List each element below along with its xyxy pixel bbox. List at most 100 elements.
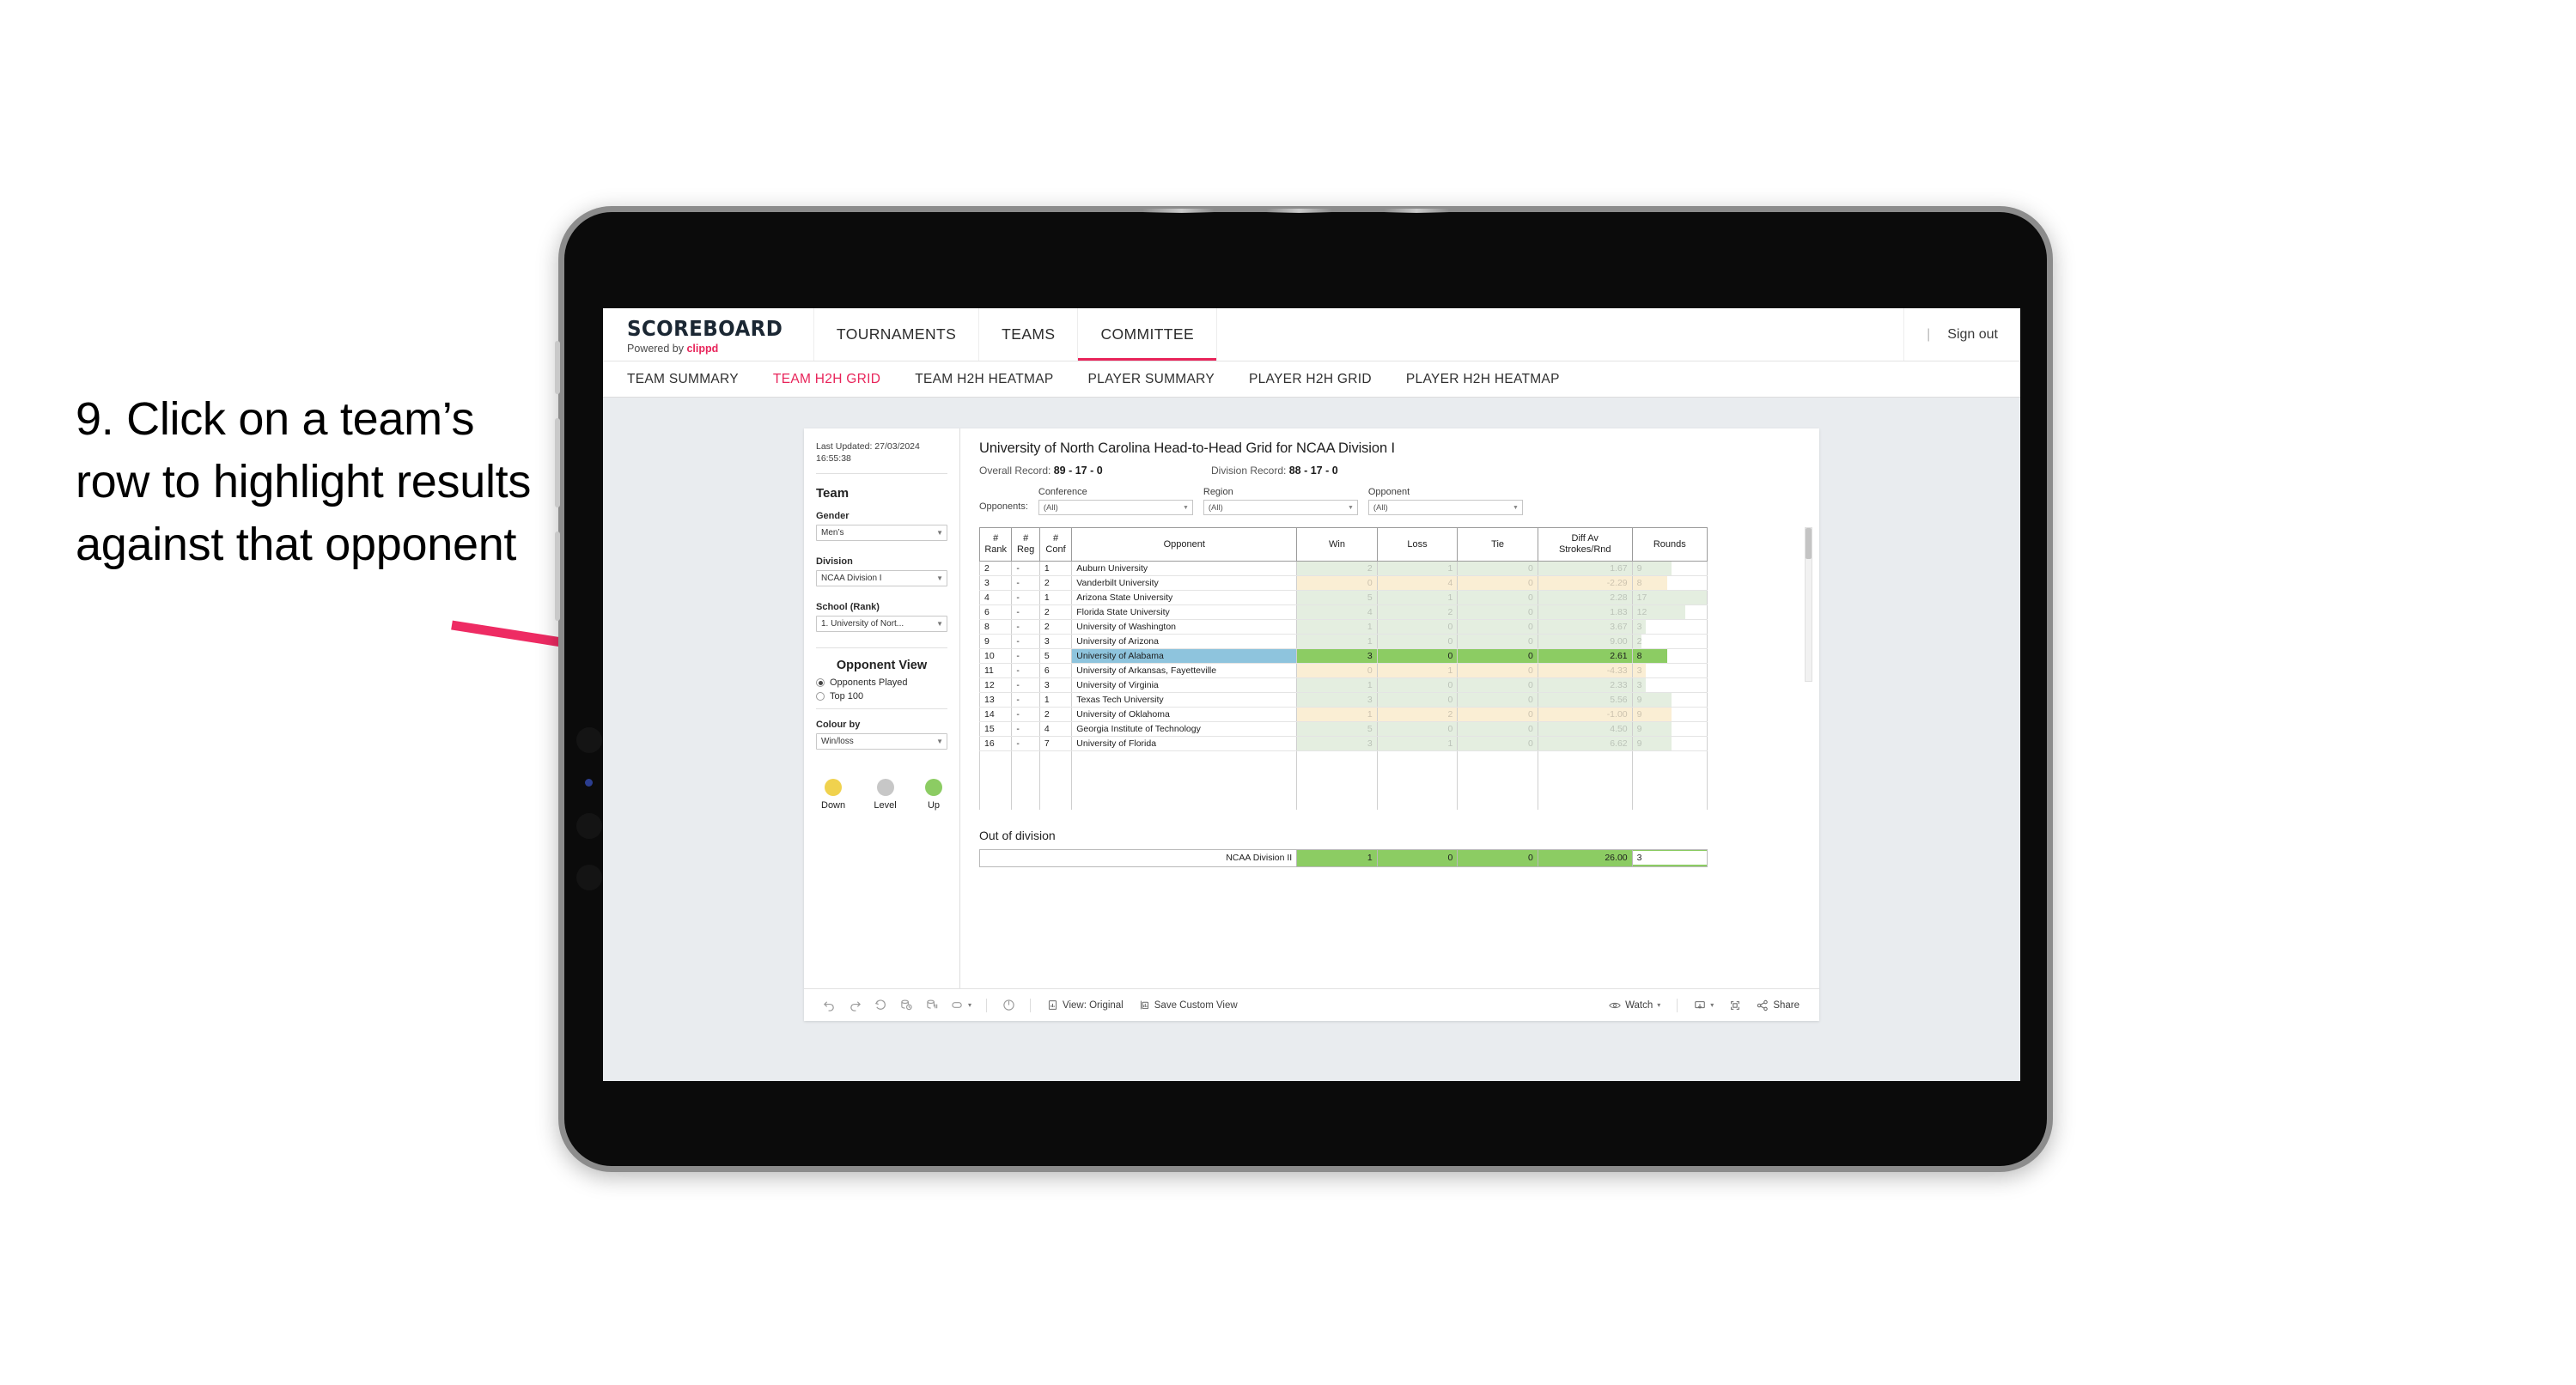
col-header-tie[interactable]: Tie — [1457, 526, 1538, 562]
table-row[interactable]: 13-1 Texas Tech University 3 0 0 5.56 9 — [978, 692, 1708, 708]
cell-win: 1 — [1296, 677, 1378, 694]
table-row[interactable]: 6-2 Florida State University 4 2 0 1.83 12 — [978, 604, 1708, 621]
tab-team-summary[interactable]: TEAM SUMMARY — [627, 372, 758, 387]
col-header-diff[interactable]: Diff Av Strokes/Rnd — [1537, 526, 1633, 562]
cell-conf: 2 — [1038, 575, 1073, 592]
table-row[interactable]: 16-7 University of Florida 3 1 0 6.62 9 — [978, 736, 1708, 752]
table-row[interactable]: 12-3 University of Virginia 1 0 0 2.33 3 — [978, 677, 1708, 694]
sub-navigation: TEAM SUMMARY TEAM H2H GRID TEAM H2H HEAT… — [603, 361, 2020, 398]
colour-by-label: Colour by — [816, 720, 861, 731]
undo-icon[interactable] — [816, 994, 842, 1017]
table-row[interactable]: 14-2 University of Oklahoma 1 2 0 -1.00 9 — [978, 707, 1708, 723]
redo-icon[interactable] — [842, 994, 868, 1017]
scrollbar-thumb[interactable] — [1806, 528, 1812, 559]
pause-icon[interactable] — [996, 994, 1021, 1017]
cell-win: 5 — [1296, 590, 1378, 606]
revert-icon[interactable] — [868, 994, 893, 1017]
col-header-reg[interactable]: # Reg — [1011, 526, 1040, 562]
cell-diff: -4.33 — [1537, 663, 1633, 679]
col-header-rank[interactable]: # Rank — [978, 526, 1013, 562]
cell-reg: - — [1011, 663, 1040, 679]
cell-reg: - — [1011, 619, 1040, 635]
cell-loss: 1 — [1376, 663, 1459, 679]
view-original-label: View: Original — [1063, 999, 1124, 1011]
school-rank-select[interactable]: 1. University of Nort... ▼ — [816, 616, 947, 633]
table-filler-cell — [978, 794, 1012, 810]
table-row[interactable]: 3-2 Vanderbilt University 0 4 0 -2.29 8 — [978, 575, 1708, 592]
col-header-loss[interactable]: Loss — [1376, 526, 1459, 562]
share-button[interactable]: Share — [1749, 994, 1807, 1017]
col-header-conf[interactable]: # Conf — [1038, 526, 1073, 562]
cell-diff: 5.56 — [1537, 692, 1633, 708]
cell-conf: 3 — [1038, 677, 1073, 694]
table-filler-row — [978, 780, 1708, 795]
fullscreen-button[interactable] — [1721, 994, 1749, 1017]
signout-area: | Sign out — [1904, 308, 2020, 361]
rounds-value: 8 — [1636, 578, 1642, 589]
nav-committee[interactable]: COMMITTEE — [1078, 308, 1218, 361]
table-row[interactable]: 2-1 Auburn University 2 1 0 1.67 9 — [978, 561, 1708, 577]
table-vertical-scrollbar[interactable] — [1805, 527, 1812, 682]
col-header-win[interactable]: Win — [1296, 526, 1378, 562]
cell-diff: 3.67 — [1537, 619, 1633, 635]
region-select[interactable]: (All) ▼ — [1203, 500, 1358, 515]
cell-reg: - — [1011, 575, 1040, 592]
table-filler-cell — [1376, 780, 1459, 795]
col-header-opponent[interactable]: Opponent — [1071, 526, 1298, 562]
signout-link[interactable]: Sign out — [1947, 327, 1998, 343]
division-select[interactable]: NCAA Division I ▼ — [816, 570, 947, 587]
radio-icon-selected — [816, 678, 825, 688]
cell-reg: - — [1011, 604, 1040, 621]
opponents-label: Opponents: — [979, 501, 1028, 512]
cell-tie: 0 — [1457, 590, 1538, 606]
table-row[interactable]: 4-1 Arizona State University 5 1 0 2.28 17 — [978, 590, 1708, 606]
download-button[interactable]: ▾ — [1686, 994, 1721, 1017]
radio-opponents-played[interactable]: Opponents Played — [816, 677, 947, 688]
chevron-down-icon: ▼ — [936, 620, 943, 629]
tab-team-h2h-grid[interactable]: TEAM H2H GRID — [773, 372, 899, 387]
col-header-rounds[interactable]: Rounds — [1631, 526, 1708, 562]
tab-player-h2h-heatmap[interactable]: PLAYER H2H HEATMAP — [1406, 372, 1579, 387]
view-shape-icon[interactable]: ▾ — [945, 994, 977, 1017]
cell-rounds: 9 — [1631, 692, 1708, 708]
overall-record: Overall Record: 89 - 17 - 0 — [979, 465, 1211, 477]
conference-select[interactable]: (All) ▼ — [1038, 500, 1193, 515]
table-filler-cell — [1038, 765, 1072, 781]
cell-loss: 0 — [1376, 634, 1459, 650]
tab-team-h2h-heatmap[interactable]: TEAM H2H HEATMAP — [915, 372, 1072, 387]
cell-opponent: Auburn University — [1071, 561, 1298, 577]
table-row[interactable]: NCAA Division II 1 0 0 26.00 3 — [978, 848, 1708, 867]
gender-select[interactable]: Men’s ▼ — [816, 525, 947, 542]
colour-by-select[interactable]: Win/loss ▼ — [816, 733, 947, 750]
tab-player-h2h-grid[interactable]: PLAYER H2H GRID — [1249, 372, 1391, 387]
chevron-down-icon: ▼ — [1512, 504, 1519, 511]
view-original-button[interactable]: View: Original — [1039, 994, 1131, 1017]
cell-reg: - — [1011, 677, 1040, 694]
brand-logo[interactable]: SCOREBOARD Powered by clippd — [603, 308, 814, 361]
cell-opponent: University of Florida — [1071, 736, 1298, 752]
opponent-select[interactable]: (All) ▼ — [1367, 500, 1523, 515]
region-filter: Region (All) ▼ — [1203, 487, 1358, 515]
ood-rounds-value: 3 — [1632, 851, 1707, 866]
radio-top-100[interactable]: Top 100 — [816, 691, 947, 702]
cell-loss: 1 — [1376, 561, 1459, 577]
nav-teams[interactable]: TEAMS — [979, 308, 1079, 361]
cell-win: 2 — [1296, 561, 1378, 577]
table-row[interactable]: 15-4 Georgia Institute of Technology 5 0 0 4.… — [978, 721, 1708, 738]
tab-player-summary[interactable]: PLAYER SUMMARY — [1088, 372, 1233, 387]
cell-diff: 1.83 — [1537, 604, 1633, 621]
table-row[interactable]: 8-2 University of Washington 1 0 0 3.67 3 — [978, 619, 1708, 635]
cell-diff: 9.00 — [1537, 634, 1633, 650]
nav-tournaments[interactable]: TOURNAMENTS — [814, 308, 980, 361]
cell-rounds: 12 — [1631, 604, 1708, 621]
pause-auto-update-icon[interactable] — [919, 994, 945, 1017]
table-filler-cell — [978, 765, 1012, 781]
watch-button[interactable]: Watch ▾ — [1601, 994, 1668, 1017]
table-filler-cell — [1038, 750, 1072, 766]
refresh-data-icon[interactable] — [893, 994, 919, 1017]
table-row[interactable]: 11-6 University of Arkansas, Fayetteville… — [978, 663, 1708, 679]
table-row[interactable]: 9-3 University of Arizona 1 0 0 9.00 2 — [978, 634, 1708, 650]
save-custom-view-button[interactable]: Save Custom View — [1131, 994, 1245, 1017]
rounds-value: 17 — [1636, 592, 1647, 604]
table-row[interactable]: 10-5 University of Alabama 3 0 0 2.61 8 — [978, 648, 1708, 665]
